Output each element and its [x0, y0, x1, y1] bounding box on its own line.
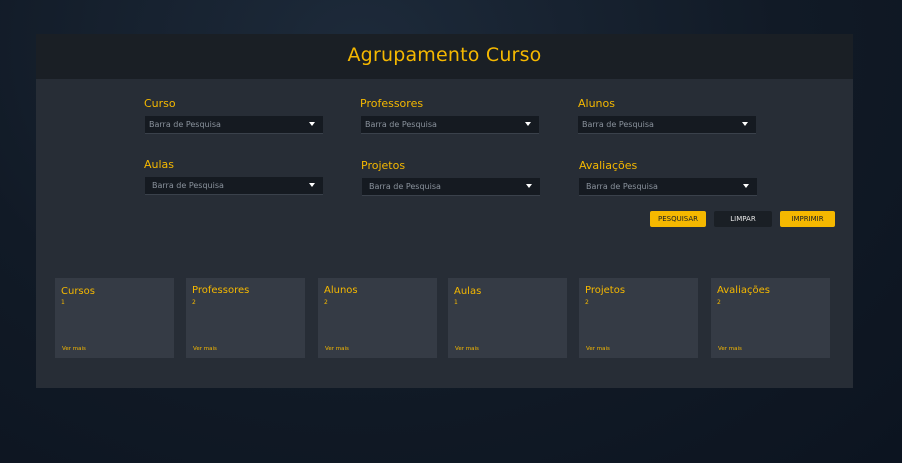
select-avaliacoes-placeholder: Barra de Pesquisa	[586, 182, 658, 191]
select-projetos-placeholder: Barra de Pesquisa	[369, 182, 441, 191]
card-professores: Professores 2 Ver mais	[186, 278, 305, 358]
filter-alunos: Alunos	[578, 97, 615, 111]
select-projetos[interactable]: Barra de Pesquisa	[362, 178, 540, 196]
card-count: 2	[324, 299, 328, 306]
card-title: Alunos	[324, 285, 358, 296]
card-title: Aulas	[454, 286, 482, 297]
card-title: Avaliações	[717, 285, 770, 296]
card-count: 1	[61, 299, 65, 306]
limpar-button[interactable]: LIMPAR	[714, 211, 772, 227]
select-aulas[interactable]: Barra de Pesquisa	[145, 177, 323, 195]
filter-label-alunos: Alunos	[578, 97, 615, 110]
filter-avaliacoes: Avaliações	[579, 159, 637, 173]
ver-mais-link[interactable]: Ver mais	[455, 346, 479, 352]
select-aulas-placeholder: Barra de Pesquisa	[152, 181, 224, 190]
caret-down-icon	[525, 122, 531, 126]
caret-down-icon	[526, 184, 532, 188]
card-count: 1	[454, 299, 458, 306]
card-count: 2	[585, 299, 589, 306]
filter-projetos: Projetos	[361, 159, 405, 173]
select-professores[interactable]: Barra de Pesquisa	[361, 116, 539, 134]
pesquisar-button[interactable]: PESQUISAR	[650, 211, 706, 227]
select-avaliacoes[interactable]: Barra de Pesquisa	[579, 178, 757, 196]
card-title: Cursos	[61, 286, 95, 297]
select-curso[interactable]: Barra de Pesquisa	[145, 116, 323, 134]
ver-mais-link[interactable]: Ver mais	[325, 346, 349, 352]
imprimir-button[interactable]: IMPRIMIR	[780, 211, 835, 227]
caret-down-icon	[309, 183, 315, 187]
filter-label-professores: Professores	[360, 97, 424, 110]
select-alunos-placeholder: Barra de Pesquisa	[582, 120, 654, 129]
ver-mais-link[interactable]: Ver mais	[62, 346, 86, 352]
card-alunos: Alunos 2 Ver mais	[318, 278, 437, 358]
card-title: Projetos	[585, 285, 626, 296]
card-avaliacoes: Avaliações 2 Ver mais	[711, 278, 830, 358]
page-title: Agrupamento Curso	[347, 44, 542, 66]
filter-label-aulas: Aulas	[144, 158, 175, 171]
ver-mais-link[interactable]: Ver mais	[586, 346, 610, 352]
caret-down-icon	[309, 122, 315, 126]
filter-aulas: Aulas	[144, 158, 174, 172]
ver-mais-link[interactable]: Ver mais	[193, 346, 217, 352]
panel-header: Agrupamento Curso	[36, 34, 853, 79]
filter-label-curso: Curso	[144, 97, 176, 110]
card-aulas: Aulas 1 Ver mais	[448, 278, 567, 358]
filter-curso: Curso	[144, 97, 176, 111]
select-alunos[interactable]: Barra de Pesquisa	[578, 116, 756, 134]
card-projetos: Projetos 2 Ver mais	[579, 278, 698, 358]
card-cursos: Cursos 1 Ver mais	[55, 278, 174, 358]
filter-professores: Professores	[360, 97, 423, 111]
filter-label-avaliacoes: Avaliações	[579, 159, 638, 172]
select-professores-placeholder: Barra de Pesquisa	[365, 120, 437, 129]
filter-label-projetos: Projetos	[361, 159, 406, 172]
select-curso-placeholder: Barra de Pesquisa	[149, 120, 221, 129]
main-panel: Agrupamento Curso Curso Barra de Pesquis…	[36, 34, 853, 388]
ver-mais-link[interactable]: Ver mais	[718, 346, 742, 352]
card-count: 2	[192, 299, 196, 306]
card-title: Professores	[192, 285, 250, 296]
caret-down-icon	[743, 184, 749, 188]
caret-down-icon	[742, 122, 748, 126]
card-count: 2	[717, 299, 721, 306]
